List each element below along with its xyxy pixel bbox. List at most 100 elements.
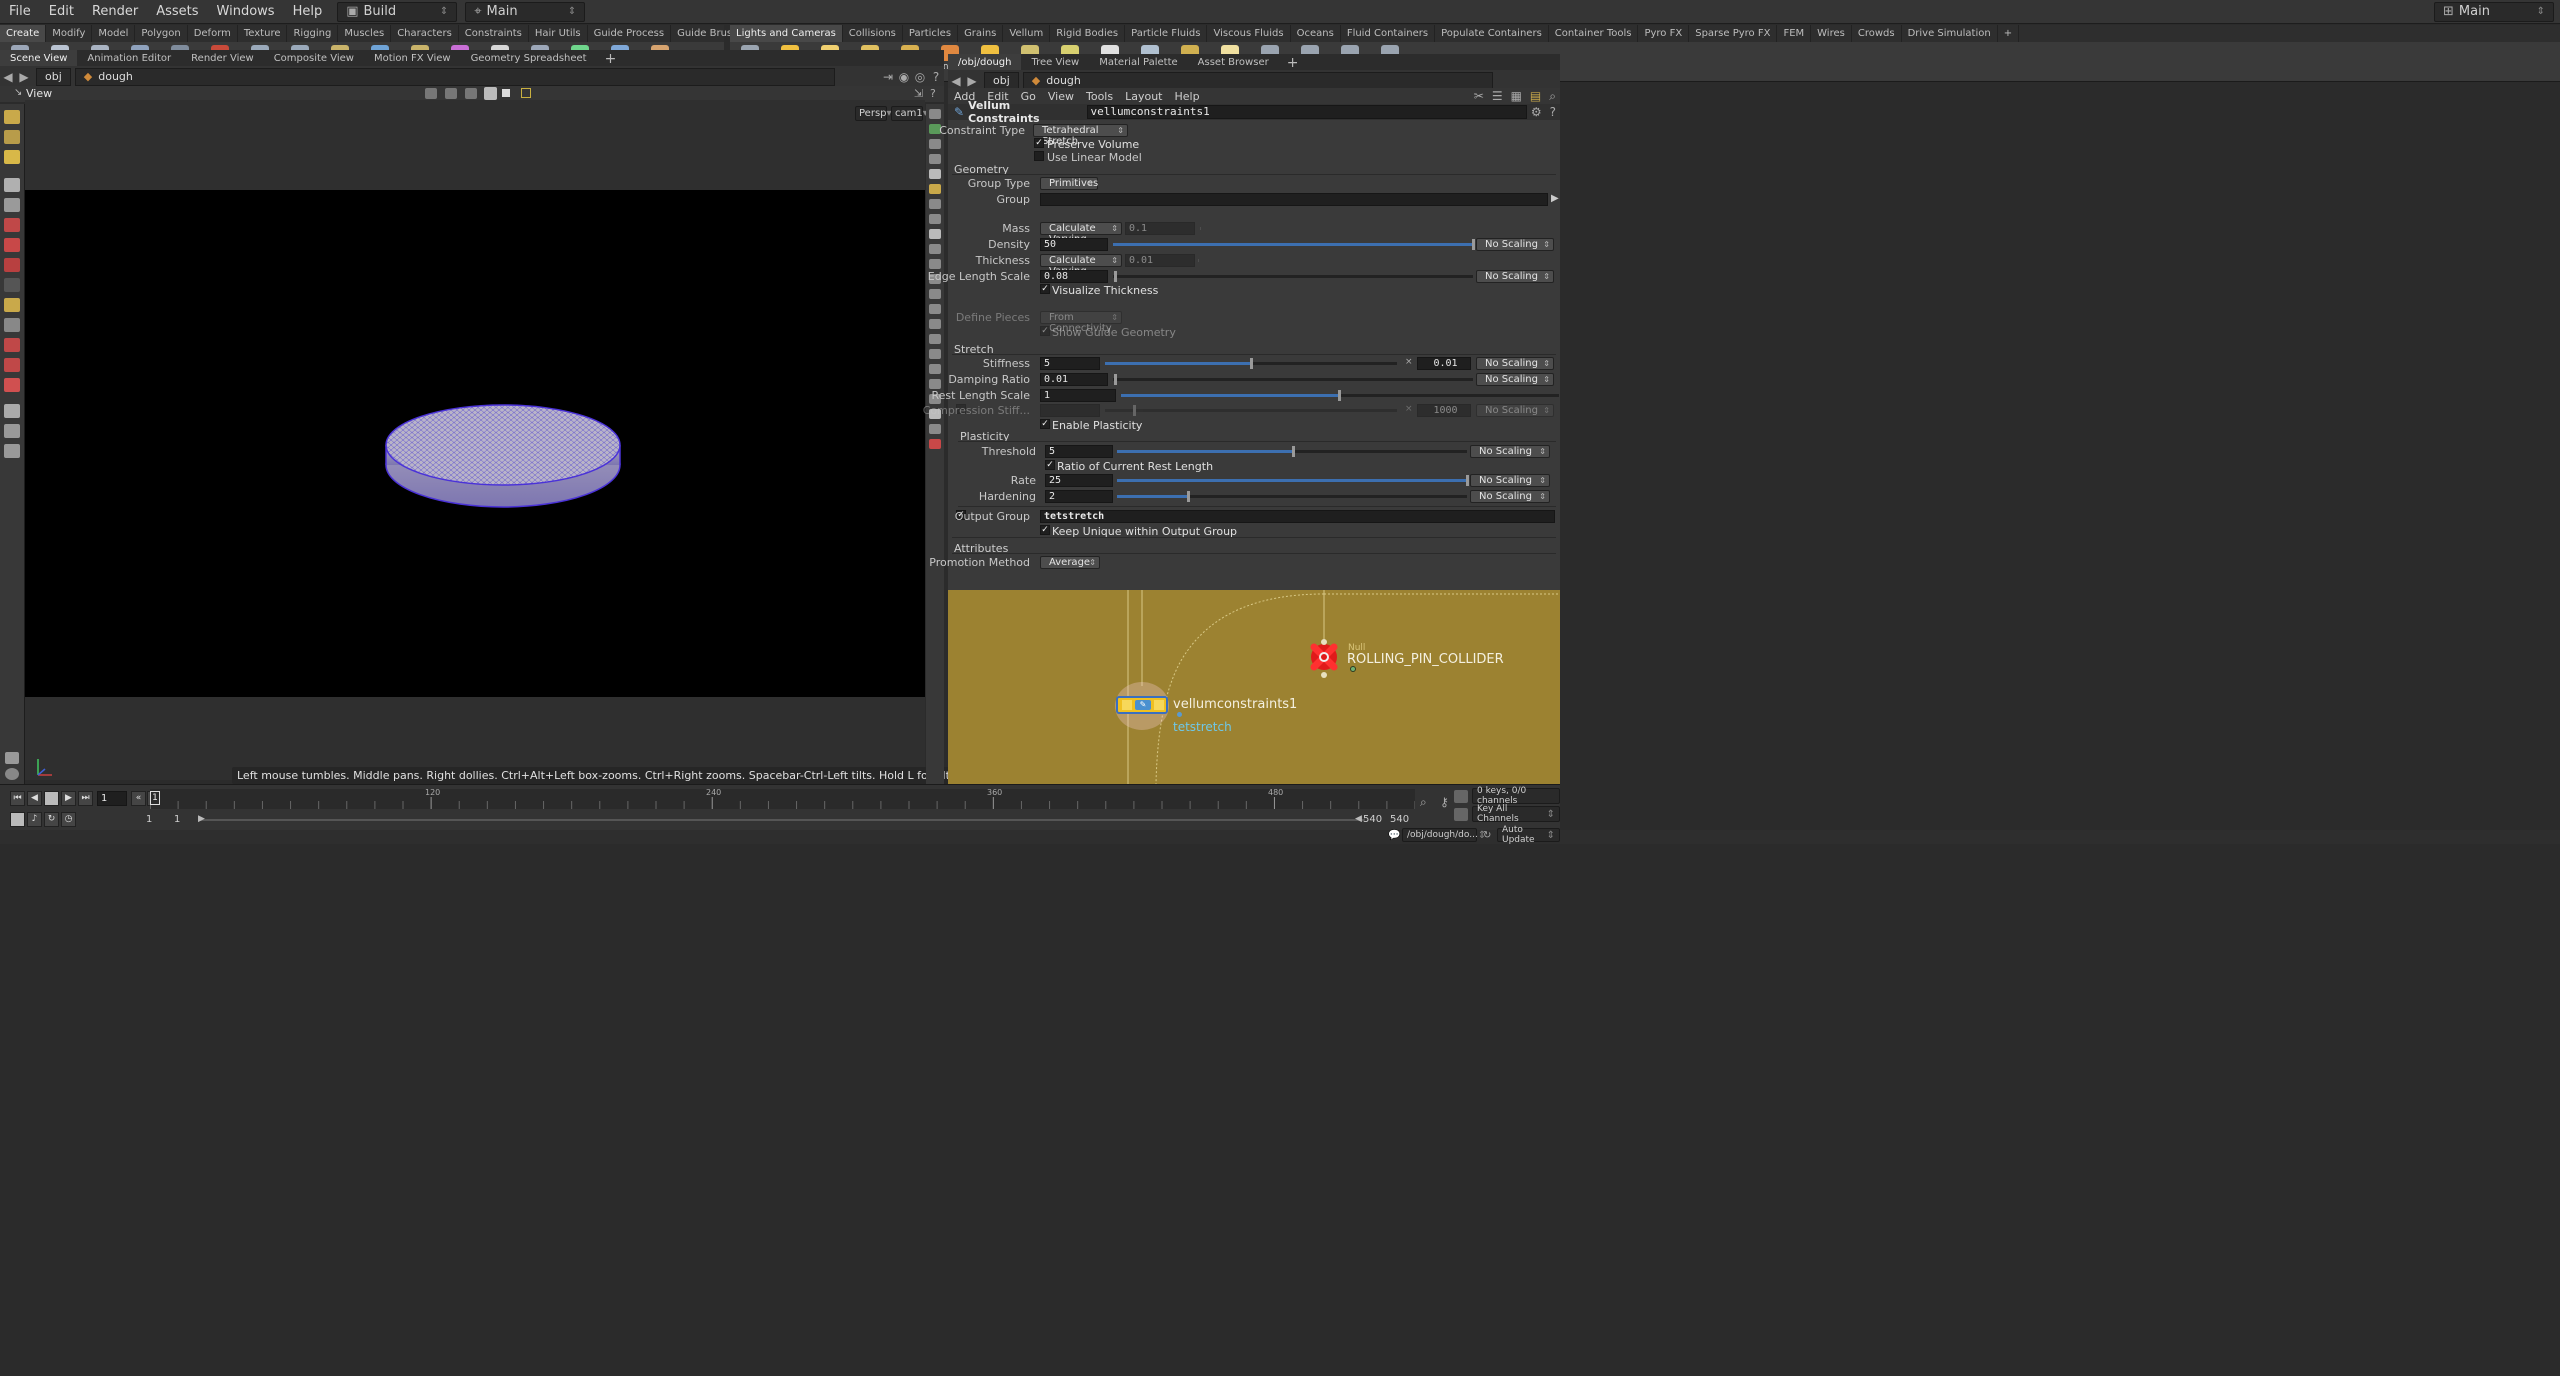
rotate-camera-icon[interactable]: [4, 404, 20, 418]
frame-icon[interactable]: [929, 169, 941, 179]
snap-multi-icon[interactable]: [502, 89, 510, 97]
add-tab-icon[interactable]: +: [1279, 55, 1307, 71]
zoom-camera-icon[interactable]: [4, 424, 20, 438]
view-tool-icon[interactable]: [4, 130, 20, 144]
jump-end-icon[interactable]: ⏭: [78, 791, 93, 806]
link-icon[interactable]: ◉: [896, 70, 912, 84]
jump-start-icon[interactable]: ⏮: [10, 791, 25, 806]
snap-prim-icon[interactable]: [465, 88, 477, 99]
enable-plasticity-checkbox[interactable]: ✓: [1040, 419, 1050, 429]
menu-windows[interactable]: Windows: [208, 0, 284, 24]
select-tool-icon[interactable]: [4, 110, 20, 124]
stiffness-slider[interactable]: [1105, 358, 1397, 369]
tab-animation-editor[interactable]: Animation Editor: [77, 50, 181, 68]
realtime-icon[interactable]: [10, 812, 25, 827]
rest-length-slider[interactable]: [1121, 390, 1559, 401]
display-icon[interactable]: [5, 768, 19, 780]
promotion-menu[interactable]: Average ⇕: [1040, 556, 1100, 569]
show-guide-checkbox[interactable]: ✓: [1040, 326, 1050, 336]
viewport-3d[interactable]: [25, 190, 925, 697]
menu-help[interactable]: Help: [1169, 90, 1206, 103]
threshold-scaling-menu[interactable]: No Scaling ⇕: [1470, 445, 1550, 458]
visualize-thickness-checkbox[interactable]: ✓: [1040, 284, 1050, 294]
range-start2[interactable]: 1: [174, 814, 180, 825]
define-pieces-menu[interactable]: From Connectivity ⇕: [1040, 311, 1122, 334]
density-slider[interactable]: [1113, 239, 1475, 250]
null-node-name[interactable]: ROLLING_PIN_COLLIDER: [1347, 652, 1504, 667]
rate-scaling-menu[interactable]: No Scaling ⇕: [1470, 474, 1550, 487]
compression-slider[interactable]: [1105, 405, 1397, 416]
flip-icon[interactable]: [929, 379, 941, 389]
dopesheet-icon[interactable]: [1454, 790, 1468, 803]
prim-num-icon[interactable]: [929, 319, 941, 329]
right-workspace-dropdown[interactable]: ⊞ Main ⇕: [2434, 1, 2554, 22]
right-shelf-tab[interactable]: Rigid Bodies: [1050, 25, 1126, 42]
left-shelf-tab[interactable]: Rigging: [287, 25, 339, 42]
left-shelf-tab[interactable]: Deform: [188, 25, 238, 42]
snap-grid-icon[interactable]: [445, 88, 457, 99]
brush-tool-icon[interactable]: [4, 298, 20, 312]
scene-icon[interactable]: [929, 424, 941, 434]
left-shelf-tab[interactable]: Hair Utils: [529, 25, 588, 42]
display-options-icon[interactable]: ⇲: [914, 87, 923, 100]
right-shelf-tab[interactable]: Viscous Fluids: [1207, 25, 1291, 42]
hardening-scaling-menu[interactable]: No Scaling ⇕: [1470, 490, 1550, 503]
tab-asset-browser[interactable]: Asset Browser: [1188, 54, 1279, 72]
left-shelf-tab[interactable]: Polygon: [135, 25, 188, 42]
timeline-ruler[interactable]: 1 120 240 360 480: [149, 788, 1416, 809]
add-tab-icon[interactable]: +: [597, 51, 625, 67]
left-shelf-tab[interactable]: Texture: [238, 25, 288, 42]
pointer-icon[interactable]: [4, 178, 20, 192]
shadow-icon[interactable]: [929, 259, 941, 269]
wire-icon[interactable]: [929, 214, 941, 224]
network-editor[interactable]: Null ROLLING_PIN_COLLIDER ✎ vellumconstr…: [948, 590, 1560, 784]
tab-tree-view[interactable]: Tree View: [1021, 54, 1089, 72]
add-shelf-icon[interactable]: +: [1998, 25, 2020, 42]
damping-slider[interactable]: [1113, 374, 1473, 385]
use-linear-model-checkbox[interactable]: [1034, 151, 1044, 161]
help-icon[interactable]: ?: [928, 70, 944, 84]
handle-tool-icon[interactable]: [4, 150, 20, 164]
selection-mode-icon[interactable]: [521, 88, 531, 98]
right-shelf-tab[interactable]: Collisions: [843, 25, 903, 42]
mass-slider[interactable]: [1200, 227, 1201, 230]
snap-tool-icon[interactable]: [4, 378, 20, 392]
menu-layout[interactable]: Layout: [1119, 90, 1168, 103]
edge-length-slider[interactable]: [1113, 271, 1473, 282]
right-shelf-tab[interactable]: FEM: [1777, 25, 1812, 42]
tab-scene-view[interactable]: Scene View: [0, 49, 78, 68]
play-reverse-icon[interactable]: ◀: [27, 791, 42, 806]
right-shelf-tab[interactable]: Fluid Containers: [1341, 25, 1436, 42]
left-shelf-tab[interactable]: Characters: [391, 25, 459, 42]
transform-tool-icon[interactable]: [4, 258, 20, 272]
node-name-field[interactable]: vellumconstraints1: [1086, 105, 1527, 119]
right-shelf-tab[interactable]: Wires: [1811, 25, 1852, 42]
search-icon[interactable]: ⌕: [1545, 89, 1560, 104]
path-crumb-obj[interactable]: obj: [984, 71, 1019, 90]
damping-field[interactable]: 0.01: [1040, 373, 1108, 386]
mass-mode-menu[interactable]: Calculate Varying⇕: [1040, 222, 1122, 245]
thickness-mode-menu[interactable]: Calculate Varying⇕: [1040, 254, 1122, 277]
stiffness-scaling-menu[interactable]: No Scaling ⇕: [1476, 357, 1554, 370]
cut-tool-icon[interactable]: [4, 338, 20, 352]
compression-field[interactable]: [1040, 404, 1100, 417]
shading-icon[interactable]: [929, 199, 941, 209]
thickness-slider[interactable]: [1198, 259, 1199, 262]
grid-icon[interactable]: ▦: [1507, 89, 1526, 103]
gear-icon[interactable]: ⚙: [1527, 105, 1546, 119]
right-shelf-tab[interactable]: Vellum: [1003, 25, 1051, 42]
rate-field[interactable]: 25: [1045, 474, 1113, 487]
viewer-menu-icon[interactable]: ↘: [14, 87, 22, 98]
edge-icon[interactable]: [929, 364, 941, 374]
tab-motion-fx-view[interactable]: Motion FX View: [364, 50, 461, 68]
rate-slider[interactable]: [1117, 475, 1469, 486]
left-shelf-tab[interactable]: Muscles: [338, 25, 392, 42]
density-field[interactable]: 50: [1040, 238, 1108, 251]
audio-icon[interactable]: ♪: [27, 812, 42, 827]
back-arrow-icon[interactable]: ◀: [948, 74, 964, 88]
rest-length-field[interactable]: 1: [1040, 389, 1116, 402]
light-icon[interactable]: [929, 184, 941, 194]
stiffness-field[interactable]: 5: [1040, 357, 1100, 370]
path-crumb-dough[interactable]: ◆ dough: [74, 67, 835, 86]
key-all-channels-menu[interactable]: Key All Channels ⇕: [1472, 804, 1560, 824]
